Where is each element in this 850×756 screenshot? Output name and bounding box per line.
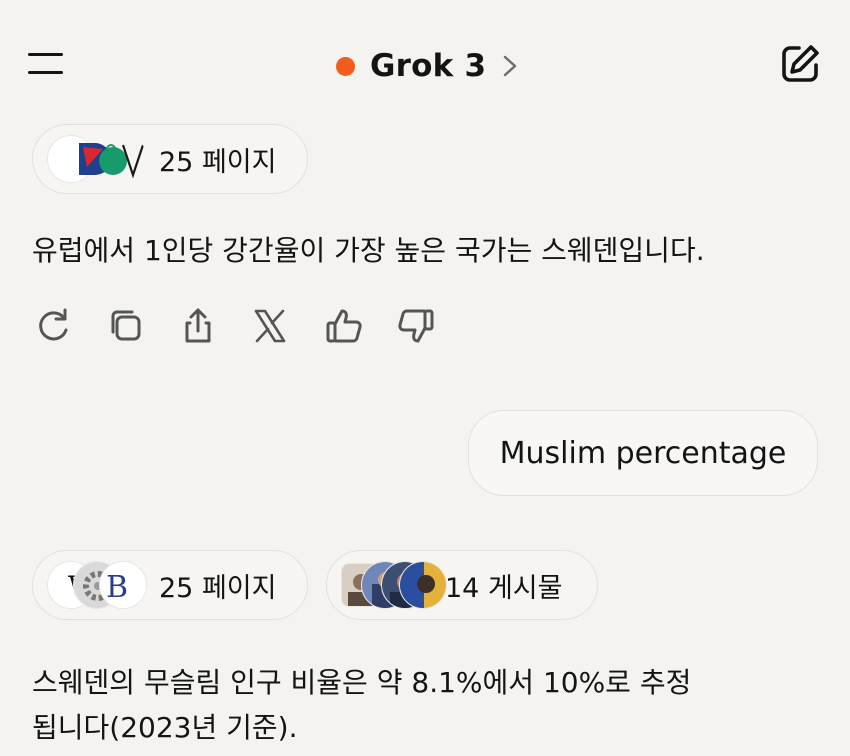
refresh-icon xyxy=(39,308,68,341)
menu-button[interactable] xyxy=(24,47,66,81)
assistant-message-line: 스웨덴의 무슬림 인구 비율은 약 8.1%에서 10%로 추정 xyxy=(32,666,692,699)
favicon-stack xyxy=(47,135,145,183)
post-to-x-button[interactable] xyxy=(248,304,292,348)
copy-icon xyxy=(111,310,141,341)
sources-chip-pages[interactable]: W B 25 페이지 xyxy=(32,550,308,620)
svg-text:B: B xyxy=(106,570,128,605)
hamburger-icon xyxy=(28,53,63,56)
copy-button[interactable] xyxy=(104,304,148,348)
regenerate-button[interactable] xyxy=(32,304,76,348)
compose-icon xyxy=(782,45,819,82)
new-chat-button[interactable] xyxy=(778,42,822,86)
user-message-bubble: Muslim percentage xyxy=(468,410,818,496)
posts-count-label: 14 게시물 xyxy=(445,572,563,604)
x-logo-icon xyxy=(254,309,286,343)
share-button[interactable] xyxy=(176,304,220,348)
post-avatar-4 xyxy=(399,561,447,609)
thumbs-down-icon xyxy=(398,309,434,343)
chat-page: Grok 3 25 페이지 유럽에서 1인당 강간율이 가장 높은 국가는 스웨… xyxy=(0,0,850,756)
hamburger-icon-bar xyxy=(28,71,63,74)
sources-count-label: 25 페이지 xyxy=(159,572,277,604)
thumbs-up-icon xyxy=(326,309,362,343)
model-selector[interactable]: Grok 3 xyxy=(336,44,518,88)
model-name: Grok 3 xyxy=(370,48,487,84)
assistant-message-text: 유럽에서 1인당 강간율이 가장 높은 국가는 스웨덴입니다. xyxy=(32,234,705,267)
user-message-text: Muslim percentage xyxy=(499,435,787,471)
share-icon xyxy=(185,308,211,343)
assistant-message-line: 됩니다(2023년 기준). xyxy=(32,711,298,744)
dislike-button[interactable] xyxy=(394,304,438,348)
b-logo-icon: B xyxy=(99,561,147,609)
sources-chip-pages[interactable]: 25 페이지 xyxy=(32,124,308,194)
post-avatar-stack xyxy=(341,561,447,609)
sources-chip-posts[interactable]: 14 게시물 xyxy=(326,550,598,620)
like-button[interactable] xyxy=(322,304,366,348)
top-bar: Grok 3 xyxy=(0,0,850,120)
favicon-stack: W B xyxy=(47,561,147,609)
sources-count-label: 25 페이지 xyxy=(159,146,277,178)
chevron-right-icon xyxy=(504,55,517,77)
green-circle-icon xyxy=(99,135,147,183)
status-dot xyxy=(336,56,355,76)
assistant-message-text: 스웨덴의 무슬림 인구 비율은 약 8.1%에서 10%로 추정 됩니다(202… xyxy=(32,660,691,750)
